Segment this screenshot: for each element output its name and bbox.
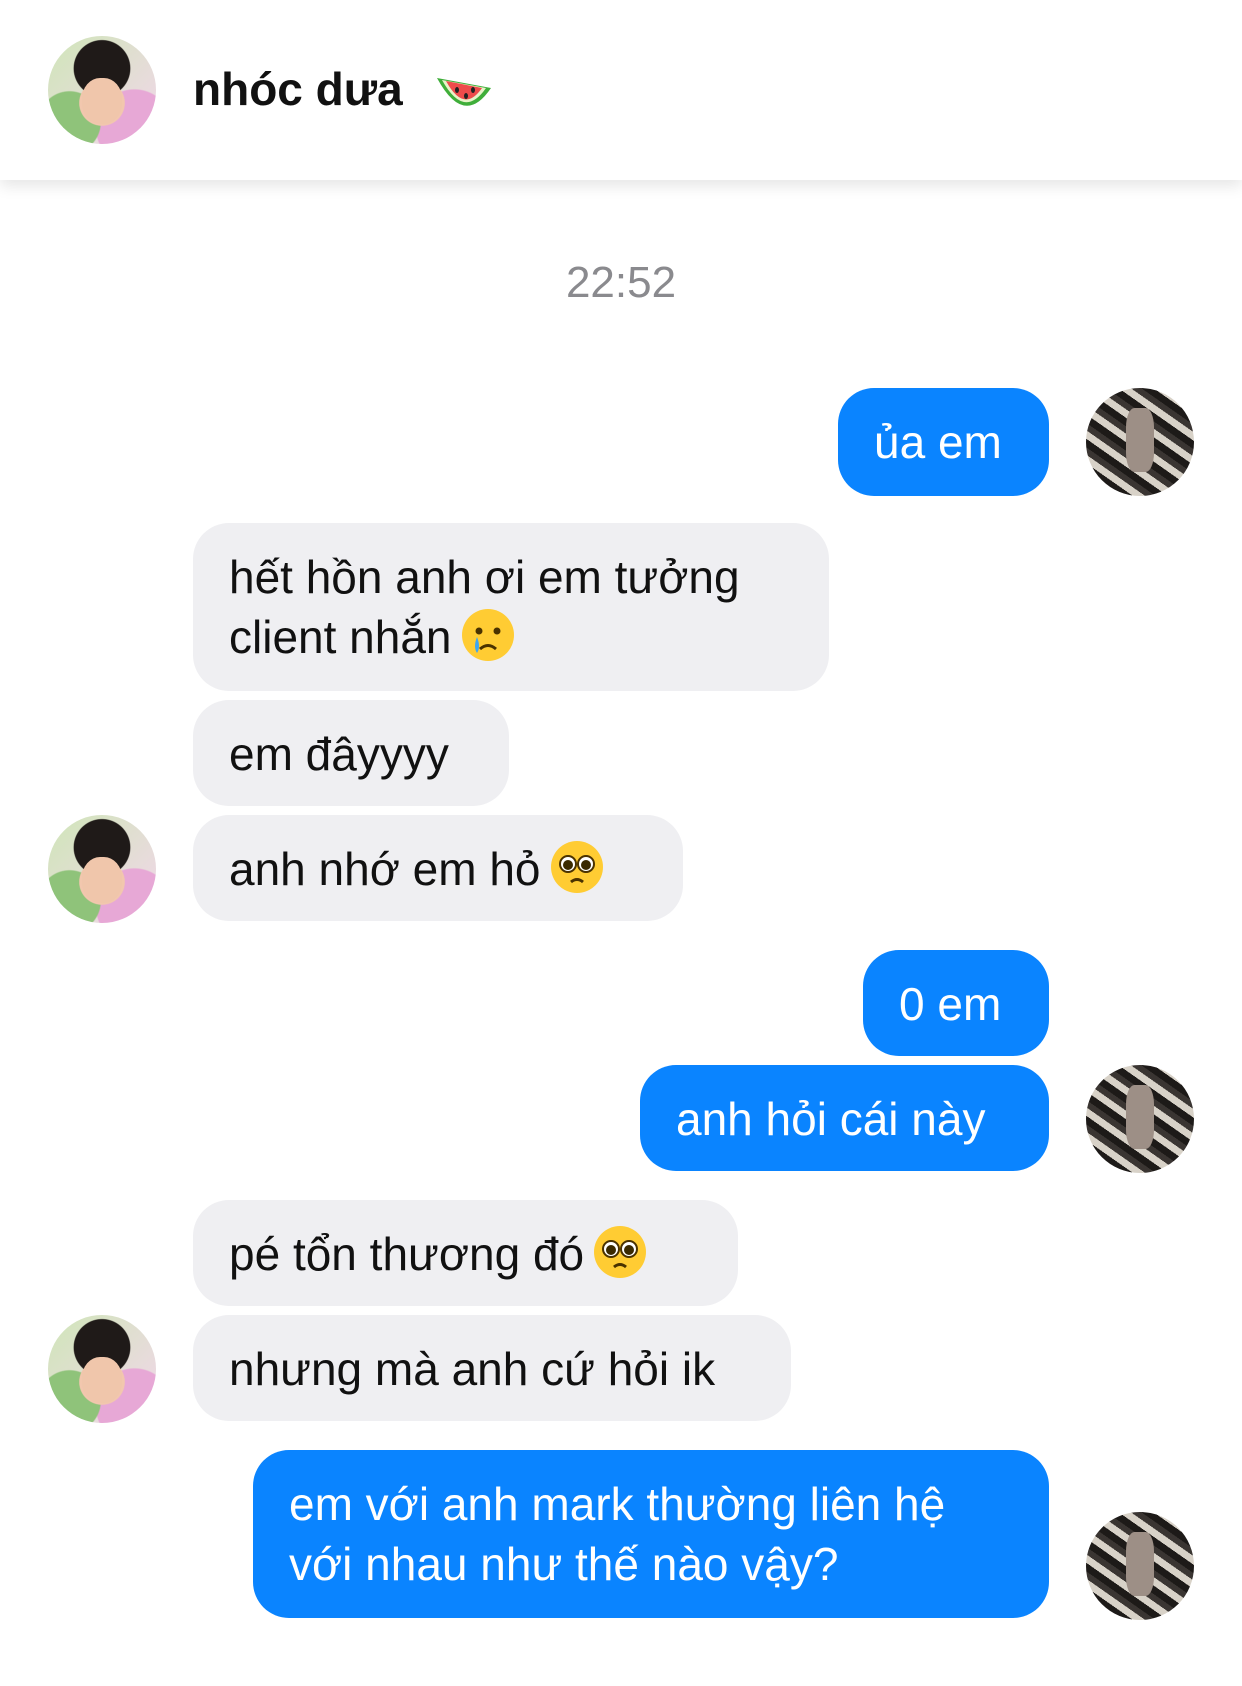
message-text: ủa em [874, 416, 1002, 468]
contact-avatar[interactable] [48, 1315, 156, 1423]
message-timestamp: 22:52 [565, 258, 677, 307]
outgoing-message[interactable]: anh hỏi cái này [640, 1065, 1049, 1171]
message-text-line: em với anh mark thường liên hệ [289, 1478, 946, 1530]
incoming-message[interactable]: pé tổn thương đó [193, 1200, 738, 1306]
message-text-line: client nhắn [229, 607, 793, 667]
pleading-face-icon [550, 841, 603, 893]
message-text-line: hết hồn anh ơi em tưởng [229, 551, 740, 603]
incoming-message[interactable]: hết hồn anh ơi em tưởng client nhắn [193, 523, 829, 691]
contact-avatar[interactable] [48, 36, 156, 144]
pleading-face-icon [594, 1226, 647, 1278]
my-avatar[interactable] [1086, 388, 1194, 496]
message-text: anh nhớ em hỏ [229, 843, 541, 895]
chat-header: nhóc dưa [0, 0, 1242, 180]
incoming-message[interactable]: anh nhớ em hỏ [193, 815, 683, 921]
contact-name[interactable]: nhóc dưa [193, 62, 403, 116]
message-text: nhưng mà anh cứ hỏi ik [229, 1343, 716, 1395]
my-avatar[interactable] [1086, 1512, 1194, 1620]
incoming-message[interactable]: em đâyyyy [193, 700, 509, 806]
watermelon-icon [437, 78, 491, 106]
message-text-line: với nhau như thế nào vậy? [289, 1538, 839, 1590]
contact-avatar[interactable] [48, 815, 156, 923]
my-avatar[interactable] [1086, 1065, 1194, 1173]
message-text: 0 em [899, 978, 1002, 1030]
message-text: pé tổn thương đó [229, 1228, 585, 1280]
crying-face-icon [461, 609, 514, 661]
incoming-message[interactable]: nhưng mà anh cứ hỏi ik [193, 1315, 791, 1421]
message-text: anh hỏi cái này [676, 1093, 986, 1145]
message-text: em đâyyyy [229, 728, 449, 780]
outgoing-message[interactable]: 0 em [863, 950, 1049, 1056]
outgoing-message[interactable]: ủa em [838, 388, 1049, 496]
outgoing-message[interactable]: em với anh mark thường liên hệ với nhau … [253, 1450, 1049, 1618]
